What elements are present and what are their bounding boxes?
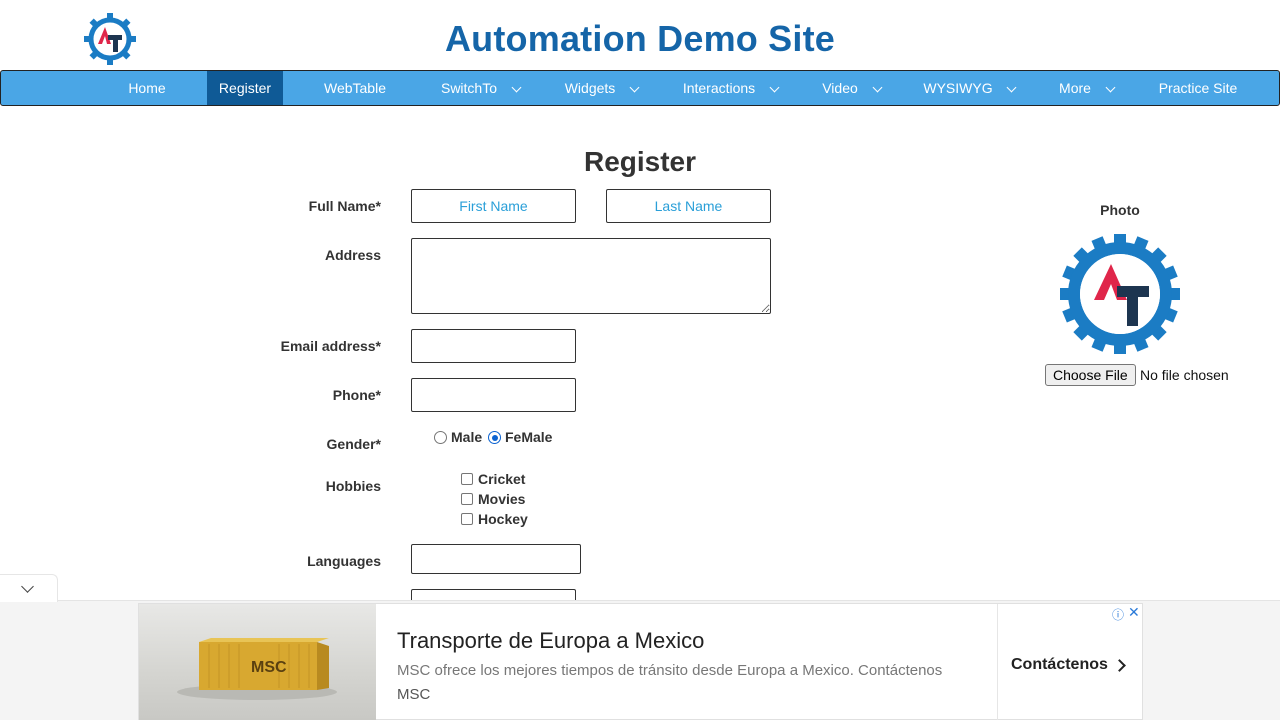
email-label: Email address* (280, 338, 381, 354)
languages-label: Languages (307, 553, 381, 569)
address-label: Address (324, 247, 381, 263)
full-name-label: Full Name* (308, 198, 381, 214)
file-status-text: No file chosen (1140, 367, 1229, 383)
page-title: Register (583, 146, 697, 177)
more-chevron-down-icon[interactable] (1105, 82, 1116, 93)
hobby-cricket-checkbox[interactable] (461, 473, 473, 485)
ad-image-brand-text: MSC (251, 659, 287, 676)
interactions-chevron-down-icon[interactable] (769, 82, 780, 93)
phone-input[interactable] (411, 378, 576, 412)
address-textarea[interactable] (411, 238, 771, 314)
profile-photo-logo-icon (1058, 230, 1184, 358)
nav-widgets[interactable]: Widgets (551, 71, 629, 105)
ad-headline[interactable]: Transporte de Europa a Mexico (397, 628, 704, 654)
switchto-chevron-down-icon[interactable] (511, 82, 522, 93)
nav-switchto[interactable]: SwitchTo (429, 71, 509, 105)
ad-source[interactable]: MSC (397, 686, 430, 703)
languages-multiselect[interactable] (411, 544, 581, 574)
ad-description[interactable]: MSC ofrece los mejores tiempos de tránsi… (397, 662, 942, 679)
chevron-down-icon (21, 580, 34, 593)
gender-male-label[interactable]: Male (451, 429, 482, 445)
video-chevron-down-icon[interactable] (872, 82, 883, 93)
photo-label: Photo (1100, 202, 1140, 218)
wysiwyg-chevron-down-icon[interactable] (1006, 82, 1017, 93)
hobby-hockey-label[interactable]: Hockey (478, 511, 528, 527)
choose-file-button[interactable]: Choose File (1045, 364, 1136, 386)
page: Automation Demo Site Home Register WebTa… (0, 0, 1280, 720)
nav-interactions[interactable]: Interactions (669, 71, 769, 105)
hobbies-label: Hobbies (325, 478, 381, 494)
gender-female-radio[interactable] (488, 431, 501, 444)
ad-info-icon[interactable]: ⓘ (1112, 606, 1124, 623)
main-navbar: Home Register WebTable SwitchTo Widgets … (0, 70, 1280, 106)
gender-male-radio[interactable] (434, 431, 447, 444)
hobby-cricket-label[interactable]: Cricket (478, 471, 525, 487)
ad-close-icon[interactable]: ✕ (1128, 604, 1140, 621)
last-name-input[interactable] (606, 189, 771, 223)
ad-divider (997, 604, 998, 720)
hobby-movies-label[interactable]: Movies (478, 491, 525, 507)
nav-practice-site[interactable]: Practice Site (1145, 71, 1251, 105)
nav-video[interactable]: Video (809, 71, 871, 105)
chevron-right-icon[interactable] (1113, 659, 1126, 672)
nav-wysiwyg[interactable]: WYSIWYG (913, 71, 1003, 105)
gender-label: Gender* (326, 436, 381, 452)
ad-image[interactable]: MSC (139, 604, 376, 720)
nav-more[interactable]: More (1047, 71, 1103, 105)
email-input[interactable] (411, 329, 576, 363)
hobby-movies-checkbox[interactable] (461, 493, 473, 505)
ad-collapse-toggle[interactable] (0, 574, 58, 602)
first-name-input[interactable] (411, 189, 576, 223)
nav-webtable[interactable]: WebTable (307, 71, 403, 105)
gender-female-label[interactable]: FeMale (505, 429, 552, 445)
phone-label: Phone* (332, 387, 381, 403)
ad-cta-button[interactable]: Contáctenos (1011, 656, 1108, 674)
widgets-chevron-down-icon[interactable] (629, 82, 640, 93)
ad-box[interactable]: MSC Transporte de Europa a Mexico MSC of… (138, 603, 1143, 720)
nav-register[interactable]: Register (207, 71, 283, 105)
site-title: Automation Demo Site (444, 18, 835, 59)
nav-home[interactable]: Home (111, 71, 183, 105)
hobby-hockey-checkbox[interactable] (461, 513, 473, 525)
